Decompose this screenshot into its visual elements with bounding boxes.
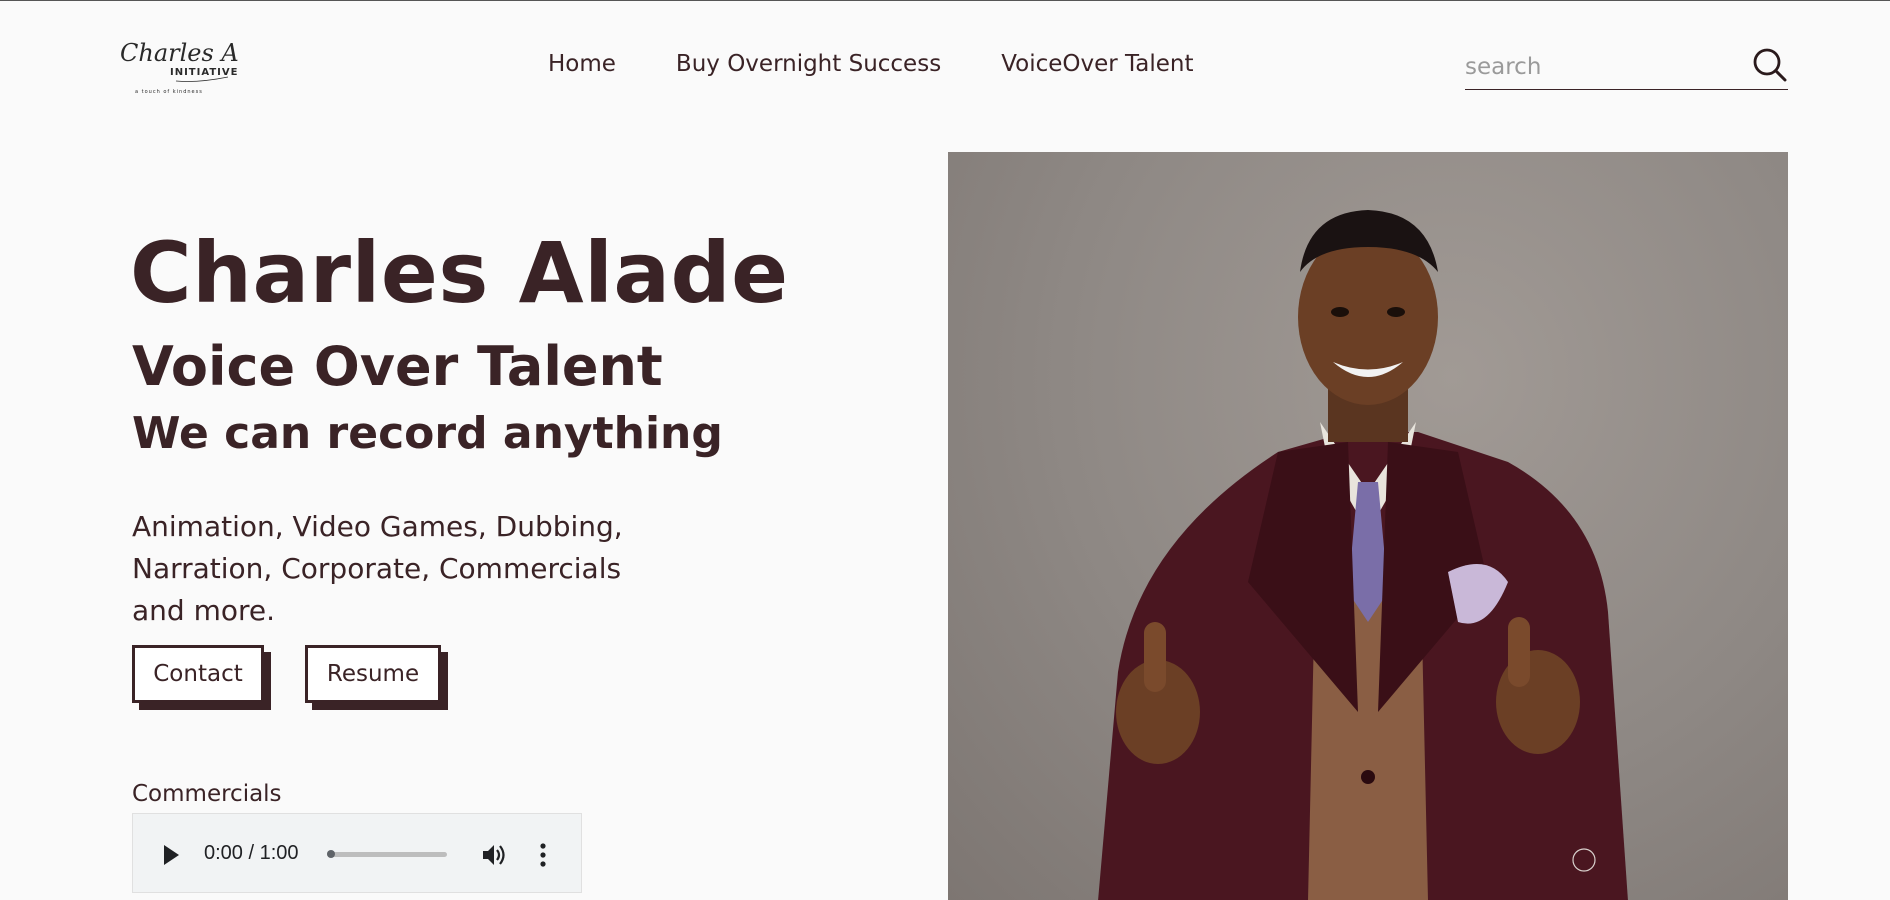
more-options-icon[interactable] bbox=[536, 842, 550, 868]
search-input[interactable] bbox=[1465, 49, 1735, 85]
audio-label: Commercials bbox=[132, 781, 282, 807]
main-nav: Home Buy Overnight Success VoiceOver Tal… bbox=[548, 51, 1194, 77]
contact-button[interactable]: Contact bbox=[132, 645, 264, 703]
hero-tagline: We can record anything bbox=[132, 408, 723, 459]
audio-seek-thumb[interactable] bbox=[327, 850, 335, 858]
volume-icon[interactable] bbox=[481, 842, 507, 868]
hero-subtitle: Voice Over Talent bbox=[132, 335, 663, 398]
logo-small-text: a touch of kindness bbox=[135, 89, 203, 95]
hero-name: Charles Alade bbox=[130, 224, 789, 322]
portrait-photo bbox=[948, 152, 1788, 900]
logo-script-text: Charles Alade bbox=[120, 39, 238, 67]
nav-voiceover-talent[interactable]: VoiceOver Talent bbox=[1001, 51, 1193, 77]
play-icon[interactable] bbox=[161, 844, 181, 866]
audio-time: 0:00 / 1:00 bbox=[204, 842, 299, 864]
search-icon[interactable] bbox=[1752, 47, 1788, 83]
logo-bold-text: INITIATIVE bbox=[170, 67, 238, 78]
audio-player: 0:00 / 1:00 bbox=[132, 813, 582, 893]
audio-seek-bar[interactable] bbox=[327, 852, 447, 857]
nav-home[interactable]: Home bbox=[548, 51, 616, 77]
hero-description: Animation, Video Games, Dubbing, Narrati… bbox=[132, 510, 623, 627]
search-bar bbox=[1465, 45, 1788, 90]
nav-buy-overnight-success[interactable]: Buy Overnight Success bbox=[676, 51, 941, 77]
resume-button[interactable]: Resume bbox=[305, 645, 441, 703]
site-logo[interactable]: Charles Alade INITIATIVE a touch of kind… bbox=[118, 31, 290, 99]
